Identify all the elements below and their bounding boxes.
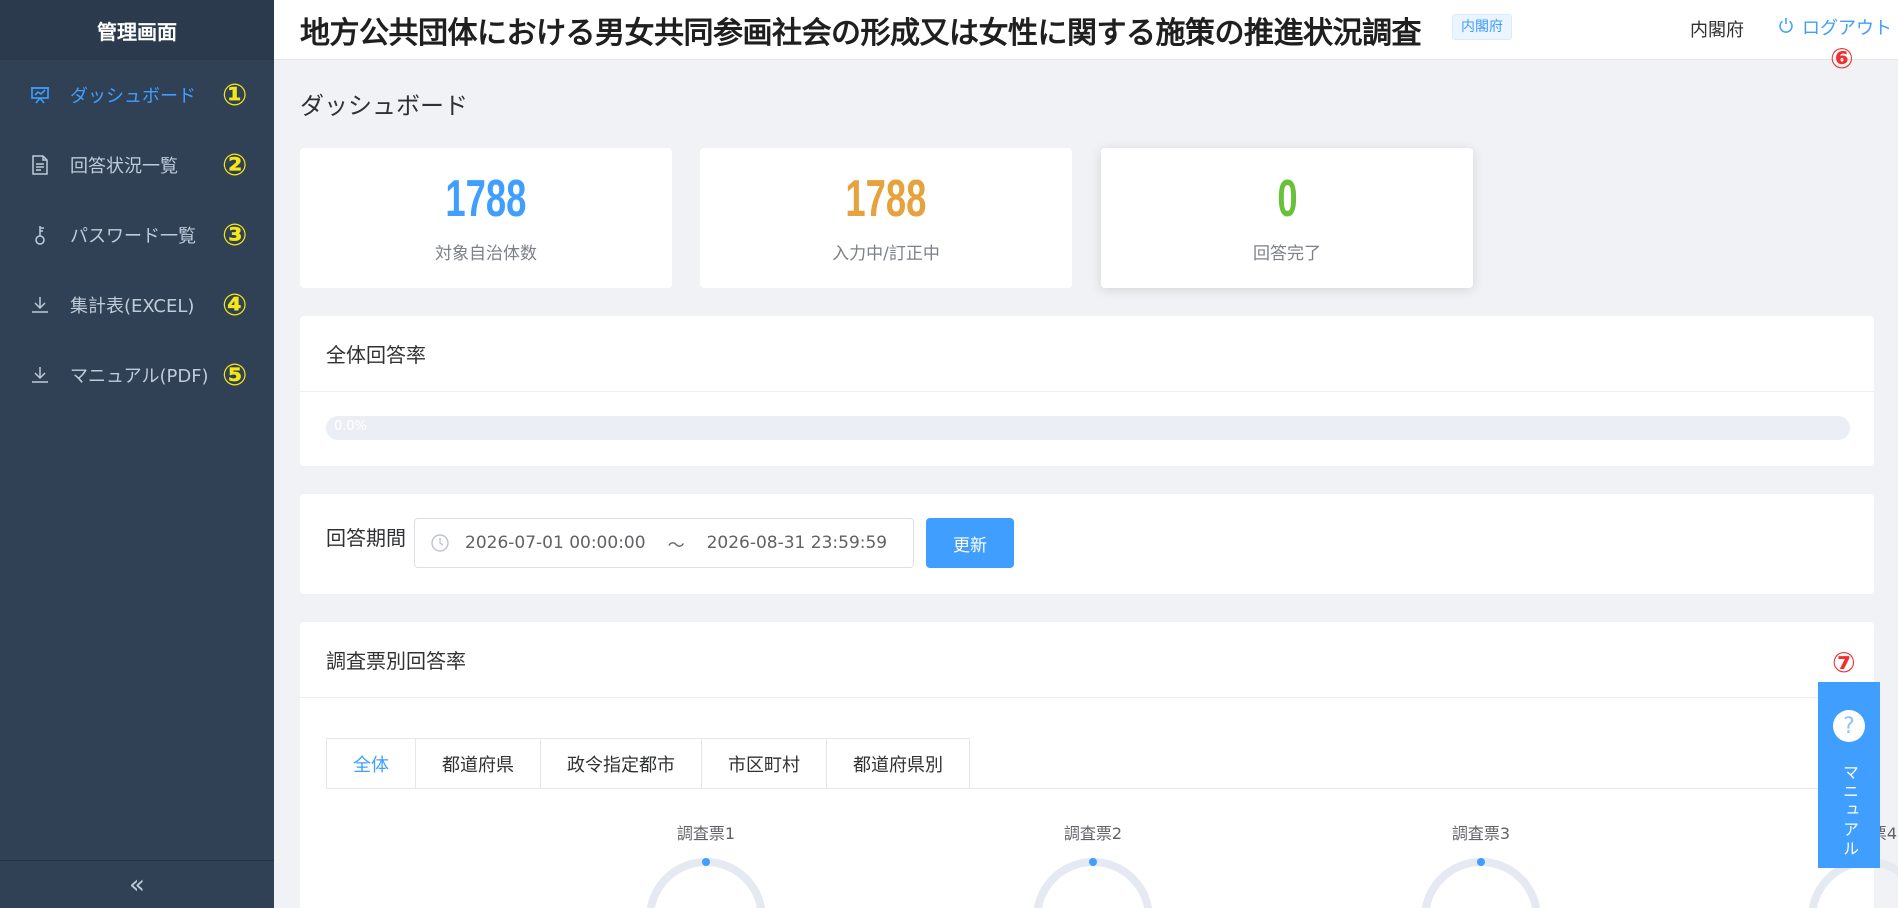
progress-text: 0.0% bbox=[334, 419, 368, 434]
key-icon bbox=[28, 223, 52, 247]
page-header-title: 地方公共団体における男女共同参画社会の形成又は女性に関する施策の推進状況調査 bbox=[300, 16, 1422, 51]
stat-label: 対象自治体数 bbox=[435, 243, 537, 264]
double-chevron-left-icon: « bbox=[129, 869, 145, 900]
annotation-number: ① bbox=[222, 77, 248, 113]
sidebar-item-excel[interactable]: 集計表(EXCEL) ④ bbox=[0, 270, 274, 340]
tab-designated-cities[interactable]: 政令指定都市 bbox=[541, 739, 702, 789]
download-icon bbox=[28, 363, 52, 387]
stat-card-in-progress: 1788 入力中/訂正中 bbox=[700, 148, 1072, 288]
survey-rate-card: 調査票別回答率 全体 都道府県 政令指定都市 市区町村 都道府県別 調査票1 調… bbox=[300, 622, 1898, 908]
user-org-name: 内閣府 bbox=[1690, 20, 1744, 41]
tab-all[interactable]: 全体 bbox=[327, 739, 416, 789]
stat-value: 0 bbox=[1276, 169, 1298, 228]
annotation-number: ④ bbox=[222, 287, 248, 323]
sidebar-item-label: 回答状況一覧 bbox=[70, 156, 178, 177]
survey-label: 調査票3 bbox=[1451, 824, 1511, 843]
date-range-picker[interactable]: 2026-07-01 00:00:00 ～ 2026-08-31 23:59:5… bbox=[414, 518, 914, 568]
sidebar-item-responses[interactable]: 回答状況一覧 ② bbox=[0, 130, 274, 200]
document-icon bbox=[28, 153, 52, 177]
tabs-divider bbox=[326, 788, 1850, 789]
survey-label: 調査票2 bbox=[1063, 824, 1123, 843]
manual-float-button[interactable]: ? マニュアル bbox=[1818, 682, 1880, 868]
overall-progress-bar: 0.0% bbox=[326, 416, 1850, 440]
collapse-sidebar-button[interactable]: « bbox=[0, 860, 274, 908]
gauge-chart bbox=[1421, 858, 1541, 908]
sidebar: 管理画面 ダッシュボード ① 回答状況一覧 ② パスワード一覧 ③ 集計表(EX… bbox=[0, 0, 274, 908]
range-separator: ～ bbox=[667, 535, 685, 556]
end-date[interactable]: 2026-08-31 23:59:59 bbox=[707, 533, 888, 553]
logout-button[interactable]: ログアウト bbox=[1778, 14, 1892, 40]
clock-icon bbox=[431, 534, 449, 552]
overall-rate-card: 全体回答率 0.0% bbox=[300, 316, 1874, 466]
stat-label: 回答完了 bbox=[1253, 243, 1321, 264]
sidebar-item-label: パスワード一覧 bbox=[70, 226, 196, 247]
section-title: 全体回答率 bbox=[300, 316, 1874, 392]
gauge-chart bbox=[646, 858, 766, 908]
power-icon bbox=[1778, 17, 1794, 38]
logout-label: ログアウト bbox=[1802, 18, 1892, 39]
page-title: ダッシュボード bbox=[300, 92, 468, 120]
sidebar-item-label: マニュアル(PDF) bbox=[70, 366, 209, 387]
sidebar-item-passwords[interactable]: パスワード一覧 ③ bbox=[0, 200, 274, 270]
survey-gauge-3: 調査票3 bbox=[1381, 820, 1581, 908]
refresh-button[interactable]: 更新 bbox=[926, 518, 1014, 568]
annotation-number: ③ bbox=[222, 217, 248, 253]
tab-by-prefecture[interactable]: 都道府県別 bbox=[827, 739, 969, 789]
header: 地方公共団体における男女共同参画社会の形成又は女性に関する施策の推進状況調査 内… bbox=[274, 0, 1898, 75]
stat-card-target: 1788 対象自治体数 bbox=[300, 148, 672, 288]
survey-gauge-1: 調査票1 bbox=[606, 820, 806, 908]
stat-label: 入力中/訂正中 bbox=[832, 243, 940, 264]
tab-prefectures[interactable]: 都道府県 bbox=[416, 739, 541, 789]
gauge-chart bbox=[1033, 858, 1153, 908]
period-label: 回答期間 bbox=[326, 526, 406, 550]
survey-gauge-2: 調査票2 bbox=[993, 820, 1193, 908]
sidebar-item-label: ダッシュボード bbox=[70, 86, 196, 107]
period-card: 回答期間 2026-07-01 00:00:00 ～ 2026-08-31 23… bbox=[300, 494, 1874, 594]
stat-value: 1788 bbox=[445, 169, 527, 228]
annotation-number: ② bbox=[222, 147, 248, 183]
annotation-number: ⑦ bbox=[1832, 646, 1856, 679]
manual-label: マニュアル bbox=[1840, 764, 1859, 859]
org-badge: 内閣府 bbox=[1452, 14, 1512, 40]
stat-value: 1788 bbox=[845, 169, 927, 228]
annotation-number: ⑥ bbox=[1830, 42, 1854, 75]
survey-tabs: 全体 都道府県 政令指定都市 市区町村 都道府県別 bbox=[326, 738, 970, 789]
sidebar-item-label: 集計表(EXCEL) bbox=[70, 296, 195, 317]
presentation-icon bbox=[28, 83, 52, 107]
start-date[interactable]: 2026-07-01 00:00:00 bbox=[465, 533, 646, 553]
stat-card-completed: 0 回答完了 bbox=[1101, 148, 1473, 288]
help-icon: ? bbox=[1833, 710, 1865, 742]
section-title: 調査票別回答率 bbox=[300, 622, 1874, 698]
download-icon bbox=[28, 293, 52, 317]
sidebar-item-dashboard[interactable]: ダッシュボード ① bbox=[0, 60, 274, 130]
sidebar-item-manual-pdf[interactable]: マニュアル(PDF) ⑤ bbox=[0, 340, 274, 410]
tab-municipalities[interactable]: 市区町村 bbox=[702, 739, 827, 789]
survey-label: 調査票1 bbox=[676, 824, 736, 843]
sidebar-title: 管理画面 bbox=[0, 0, 274, 60]
annotation-number: ⑤ bbox=[222, 357, 248, 393]
